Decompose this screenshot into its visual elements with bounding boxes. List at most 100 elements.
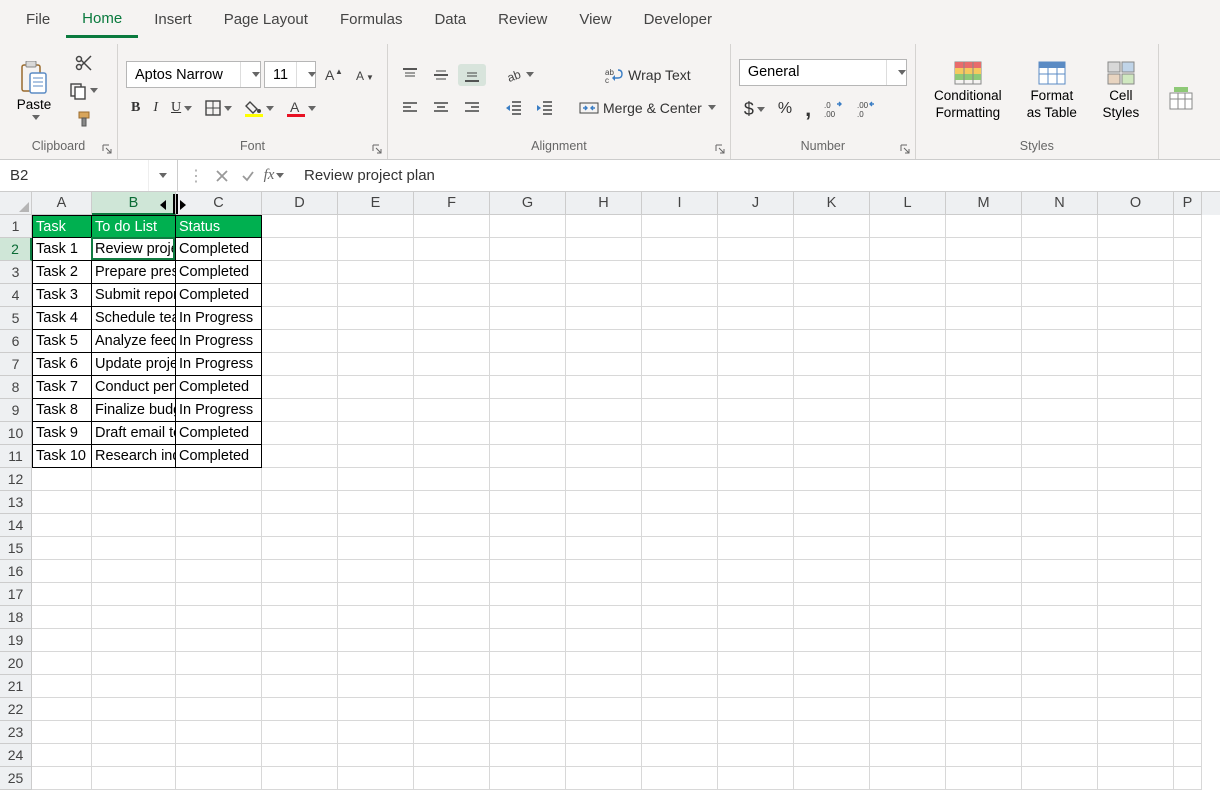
cell-I14[interactable]	[642, 514, 718, 537]
cell-J19[interactable]	[718, 629, 794, 652]
cell-N9[interactable]	[1022, 399, 1098, 422]
cell-L25[interactable]	[870, 767, 946, 790]
cell-C23[interactable]	[176, 721, 262, 744]
cell-P21[interactable]	[1174, 675, 1202, 698]
cell-N3[interactable]	[1022, 261, 1098, 284]
cell-L11[interactable]	[870, 445, 946, 468]
cell-H21[interactable]	[566, 675, 642, 698]
cell-E20[interactable]	[338, 652, 414, 675]
cell-I18[interactable]	[642, 606, 718, 629]
italic-button[interactable]: I	[148, 97, 163, 119]
align-right-button[interactable]	[458, 98, 486, 118]
cell-N4[interactable]	[1022, 284, 1098, 307]
cell-M24[interactable]	[946, 744, 1022, 767]
cell-K6[interactable]	[794, 330, 870, 353]
cell-C14[interactable]	[176, 514, 262, 537]
cell-A20[interactable]	[32, 652, 92, 675]
cell-O7[interactable]	[1098, 353, 1174, 376]
cell-L5[interactable]	[870, 307, 946, 330]
cell-H15[interactable]	[566, 537, 642, 560]
cell-G3[interactable]	[490, 261, 566, 284]
column-header-B[interactable]: B	[92, 192, 176, 215]
cell-L22[interactable]	[870, 698, 946, 721]
column-header-F[interactable]: F	[414, 192, 490, 215]
cell-G19[interactable]	[490, 629, 566, 652]
row-header-8[interactable]: 8	[0, 376, 32, 399]
cell-C15[interactable]	[176, 537, 262, 560]
cell-G2[interactable]	[490, 238, 566, 261]
cell-G23[interactable]	[490, 721, 566, 744]
cell-D3[interactable]	[262, 261, 338, 284]
cell-D15[interactable]	[262, 537, 338, 560]
cell-B25[interactable]	[92, 767, 176, 790]
cell-H1[interactable]	[566, 215, 642, 238]
cell-E13[interactable]	[338, 491, 414, 514]
cell-A1[interactable]: Task	[32, 215, 92, 238]
cell-G1[interactable]	[490, 215, 566, 238]
cell-D5[interactable]	[262, 307, 338, 330]
cell-K21[interactable]	[794, 675, 870, 698]
cell-D16[interactable]	[262, 560, 338, 583]
cell-B24[interactable]	[92, 744, 176, 767]
cell-M5[interactable]	[946, 307, 1022, 330]
cell-B10[interactable]: Draft email to client	[92, 422, 176, 445]
cell-M17[interactable]	[946, 583, 1022, 606]
cell-I8[interactable]	[642, 376, 718, 399]
cell-O18[interactable]	[1098, 606, 1174, 629]
column-header-I[interactable]: I	[642, 192, 718, 215]
cell-G8[interactable]	[490, 376, 566, 399]
borders-button[interactable]	[200, 97, 237, 119]
cell-O24[interactable]	[1098, 744, 1174, 767]
cell-E9[interactable]	[338, 399, 414, 422]
cell-D14[interactable]	[262, 514, 338, 537]
cell-G25[interactable]	[490, 767, 566, 790]
cell-P3[interactable]	[1174, 261, 1202, 284]
cell-I6[interactable]	[642, 330, 718, 353]
cell-C4[interactable]: Completed	[176, 284, 262, 307]
cell-P1[interactable]	[1174, 215, 1202, 238]
cell-N11[interactable]	[1022, 445, 1098, 468]
dialog-launcher-font[interactable]	[371, 143, 383, 155]
tab-view[interactable]: View	[563, 2, 627, 38]
cell-O13[interactable]	[1098, 491, 1174, 514]
cell-D25[interactable]	[262, 767, 338, 790]
cell-D21[interactable]	[262, 675, 338, 698]
cell-E4[interactable]	[338, 284, 414, 307]
cell-F4[interactable]	[414, 284, 490, 307]
cell-F22[interactable]	[414, 698, 490, 721]
cell-G4[interactable]	[490, 284, 566, 307]
cell-J13[interactable]	[718, 491, 794, 514]
cell-I15[interactable]	[642, 537, 718, 560]
cell-P24[interactable]	[1174, 744, 1202, 767]
cell-M22[interactable]	[946, 698, 1022, 721]
column-header-E[interactable]: E	[338, 192, 414, 215]
cell-O8[interactable]	[1098, 376, 1174, 399]
cell-M20[interactable]	[946, 652, 1022, 675]
cell-H4[interactable]	[566, 284, 642, 307]
cell-M18[interactable]	[946, 606, 1022, 629]
cell-A24[interactable]	[32, 744, 92, 767]
cell-F2[interactable]	[414, 238, 490, 261]
row-header-19[interactable]: 19	[0, 629, 32, 652]
conditional-formatting-button[interactable]: Conditional Formatting	[924, 58, 1012, 122]
cell-O19[interactable]	[1098, 629, 1174, 652]
cell-O16[interactable]	[1098, 560, 1174, 583]
cell-E1[interactable]	[338, 215, 414, 238]
row-header-7[interactable]: 7	[0, 353, 32, 376]
cell-K11[interactable]	[794, 445, 870, 468]
cell-K16[interactable]	[794, 560, 870, 583]
cancel-formula-button[interactable]	[210, 164, 234, 188]
font-color-button[interactable]: A	[282, 96, 321, 120]
cell-O20[interactable]	[1098, 652, 1174, 675]
cell-K9[interactable]	[794, 399, 870, 422]
cell-F8[interactable]	[414, 376, 490, 399]
tab-home[interactable]: Home	[66, 1, 138, 38]
cell-M7[interactable]	[946, 353, 1022, 376]
cell-H2[interactable]	[566, 238, 642, 261]
cell-H5[interactable]	[566, 307, 642, 330]
cell-B4[interactable]: Submit report	[92, 284, 176, 307]
column-header-J[interactable]: J	[718, 192, 794, 215]
cell-G9[interactable]	[490, 399, 566, 422]
decrease-font-button[interactable]: A▼	[350, 63, 378, 87]
column-header-P[interactable]: P	[1174, 192, 1202, 215]
